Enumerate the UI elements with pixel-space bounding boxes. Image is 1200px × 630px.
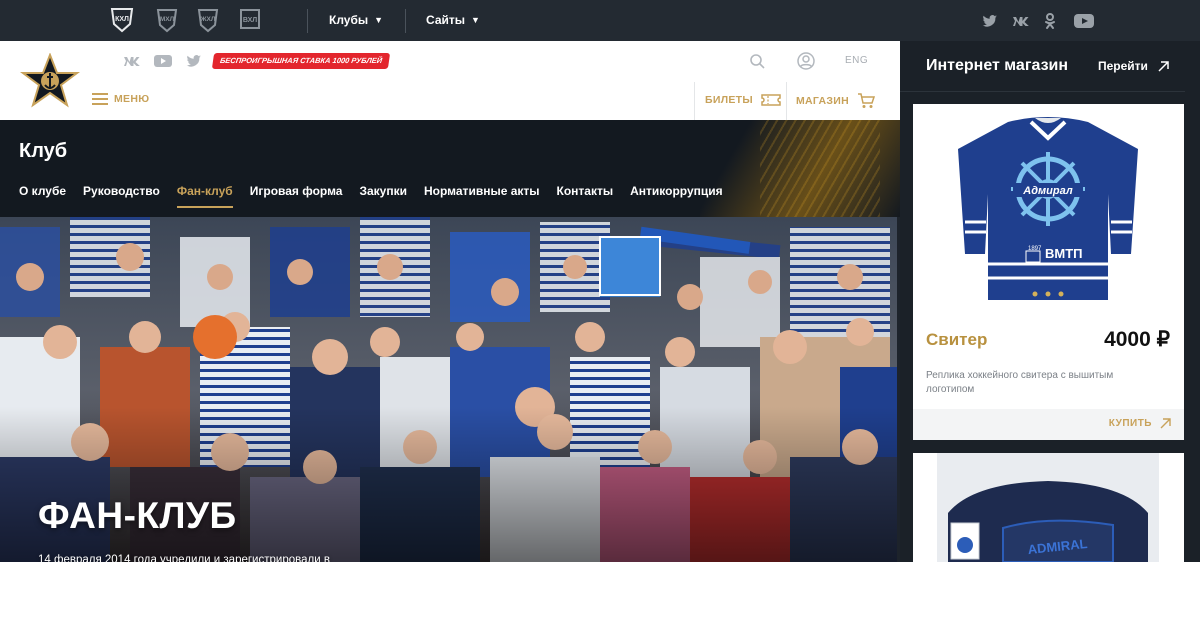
sub-nav-item-regulations[interactable]: Нормативные акты: [424, 184, 540, 208]
svg-text:КХЛ: КХЛ: [115, 16, 129, 23]
youtube-icon[interactable]: [1073, 12, 1095, 30]
hamburger-icon: [92, 93, 108, 105]
arrow-up-right-icon: [1160, 418, 1171, 429]
hero-text: 14 февраля 2014 года учредили и зарегист…: [38, 554, 330, 562]
svg-text:МХЛ: МХЛ: [160, 16, 175, 23]
cart-icon: [858, 93, 876, 108]
shop-title: Интернет магазин: [926, 57, 1069, 74]
divider: [405, 9, 406, 33]
buy-button[interactable]: КУПИТЬ: [1109, 418, 1171, 429]
tickets-label: БИЛЕТЫ: [705, 94, 753, 106]
jersey-text: ВМТП: [1045, 246, 1083, 261]
tickets-link[interactable]: БИЛЕТЫ: [705, 93, 781, 107]
sub-nav-item-uniform[interactable]: Игровая форма: [250, 184, 343, 208]
whl-logo-icon[interactable]: ВХЛ: [236, 6, 264, 34]
svg-text:ЖХЛ: ЖХЛ: [200, 16, 216, 23]
sites-dropdown[interactable]: Сайты ▼: [426, 13, 480, 27]
buy-bar: КУПИТЬ: [913, 409, 1184, 440]
language-switch[interactable]: ENG: [845, 55, 868, 66]
divider: [786, 82, 787, 120]
shop-go-label: Перейти: [1098, 59, 1148, 73]
promo-banner[interactable]: БЕСПРОИГРЫШНАЯ СТАВКА 1000 РУБЛЕЙ: [211, 53, 391, 69]
hero-title: ФАН-КЛУБ: [38, 495, 237, 536]
scrollbar-track[interactable]: [1185, 41, 1200, 562]
twitter-icon[interactable]: [981, 12, 999, 30]
menu-button[interactable]: МЕНЮ: [92, 93, 149, 105]
sub-nav-item-anticorruption[interactable]: Антикоррупция: [630, 184, 723, 208]
sub-nav-item-contacts[interactable]: Контакты: [557, 184, 614, 208]
club-menu: Клуб О клубе Руководство Фан-клуб Игрова…: [0, 120, 900, 217]
product-price: 4000 ₽: [1104, 328, 1170, 351]
shop-link[interactable]: МАГАЗИН: [796, 93, 876, 109]
vk-icon[interactable]: [123, 53, 141, 69]
sub-nav-item-about[interactable]: О клубе: [19, 184, 66, 208]
product-card[interactable]: ADMIRAL: [913, 453, 1184, 562]
cap-image: ADMIRAL: [913, 453, 1184, 562]
sub-nav: О клубе Руководство Фан-клуб Игровая фор…: [19, 184, 723, 208]
shop-label: МАГАЗИН: [796, 95, 850, 107]
search-icon[interactable]: [748, 52, 766, 70]
shop-go-link[interactable]: Перейти: [1098, 59, 1170, 73]
shop-header: Интернет магазин Перейти: [900, 41, 1200, 92]
mhl-logo-icon[interactable]: МХЛ: [153, 6, 181, 34]
chevron-down-icon: ▼: [374, 15, 384, 25]
khl-logo-icon[interactable]: КХЛ: [108, 6, 136, 34]
league-bar: КХЛ МХЛ ЖХЛ ВХЛ Клубы ▼ Сайты ▼: [0, 0, 1200, 41]
shop-sidebar: Интернет магазин Перейти Адмирал 1897 ВМ…: [900, 41, 1200, 562]
sub-nav-item-management[interactable]: Руководство: [83, 184, 160, 208]
menu-label: МЕНЮ: [114, 93, 150, 105]
jersey-image: Адмирал 1897 ВМТП: [913, 104, 1184, 314]
vhl-logo-icon[interactable]: ЖХЛ: [194, 6, 222, 34]
club-header: БЕСПРОИГРЫШНАЯ СТАВКА 1000 РУБЛЕЙ МЕНЮ E…: [0, 41, 900, 120]
user-icon[interactable]: [797, 52, 815, 70]
section-title: Клуб: [19, 140, 68, 162]
decor-stripes: [760, 120, 880, 217]
hero-banner: ФАН-КЛУБ 14 февраля 2014 года учредили и…: [0, 217, 897, 562]
arrow-up-right-icon: [1158, 60, 1169, 72]
admiral-logo-icon[interactable]: [20, 53, 80, 109]
clubs-label: Клубы: [329, 13, 369, 27]
buy-label: КУПИТЬ: [1108, 418, 1152, 429]
twitter-icon[interactable]: [185, 53, 203, 69]
sub-nav-item-fan-club[interactable]: Фан-клуб: [176, 184, 233, 208]
divider: [694, 82, 695, 120]
divider: [307, 9, 308, 33]
ticket-icon: [761, 94, 781, 106]
product-description: Реплика хоккейного свитера с вышитым лог…: [926, 370, 1114, 395]
sites-label: Сайты: [426, 13, 465, 27]
odnoklassniki-icon[interactable]: [1041, 12, 1059, 30]
jersey-logo-text: Адмирал: [1022, 185, 1073, 197]
clubs-dropdown[interactable]: Клубы ▼: [329, 13, 383, 27]
vk-icon[interactable]: [1012, 12, 1030, 30]
product-name[interactable]: Свитер: [926, 330, 987, 350]
product-card[interactable]: Адмирал 1897 ВМТП Свитер 4000 ₽ Реплика …: [913, 104, 1184, 440]
sub-nav-item-purchases[interactable]: Закупки: [359, 184, 407, 208]
youtube-icon[interactable]: [153, 53, 173, 69]
page: КХЛ МХЛ ЖХЛ ВХЛ Клубы ▼ Сайты ▼ БЕСПРОИГ…: [0, 0, 1200, 562]
chevron-down-icon: ▼: [471, 15, 480, 25]
svg-text:ВХЛ: ВХЛ: [243, 17, 257, 24]
